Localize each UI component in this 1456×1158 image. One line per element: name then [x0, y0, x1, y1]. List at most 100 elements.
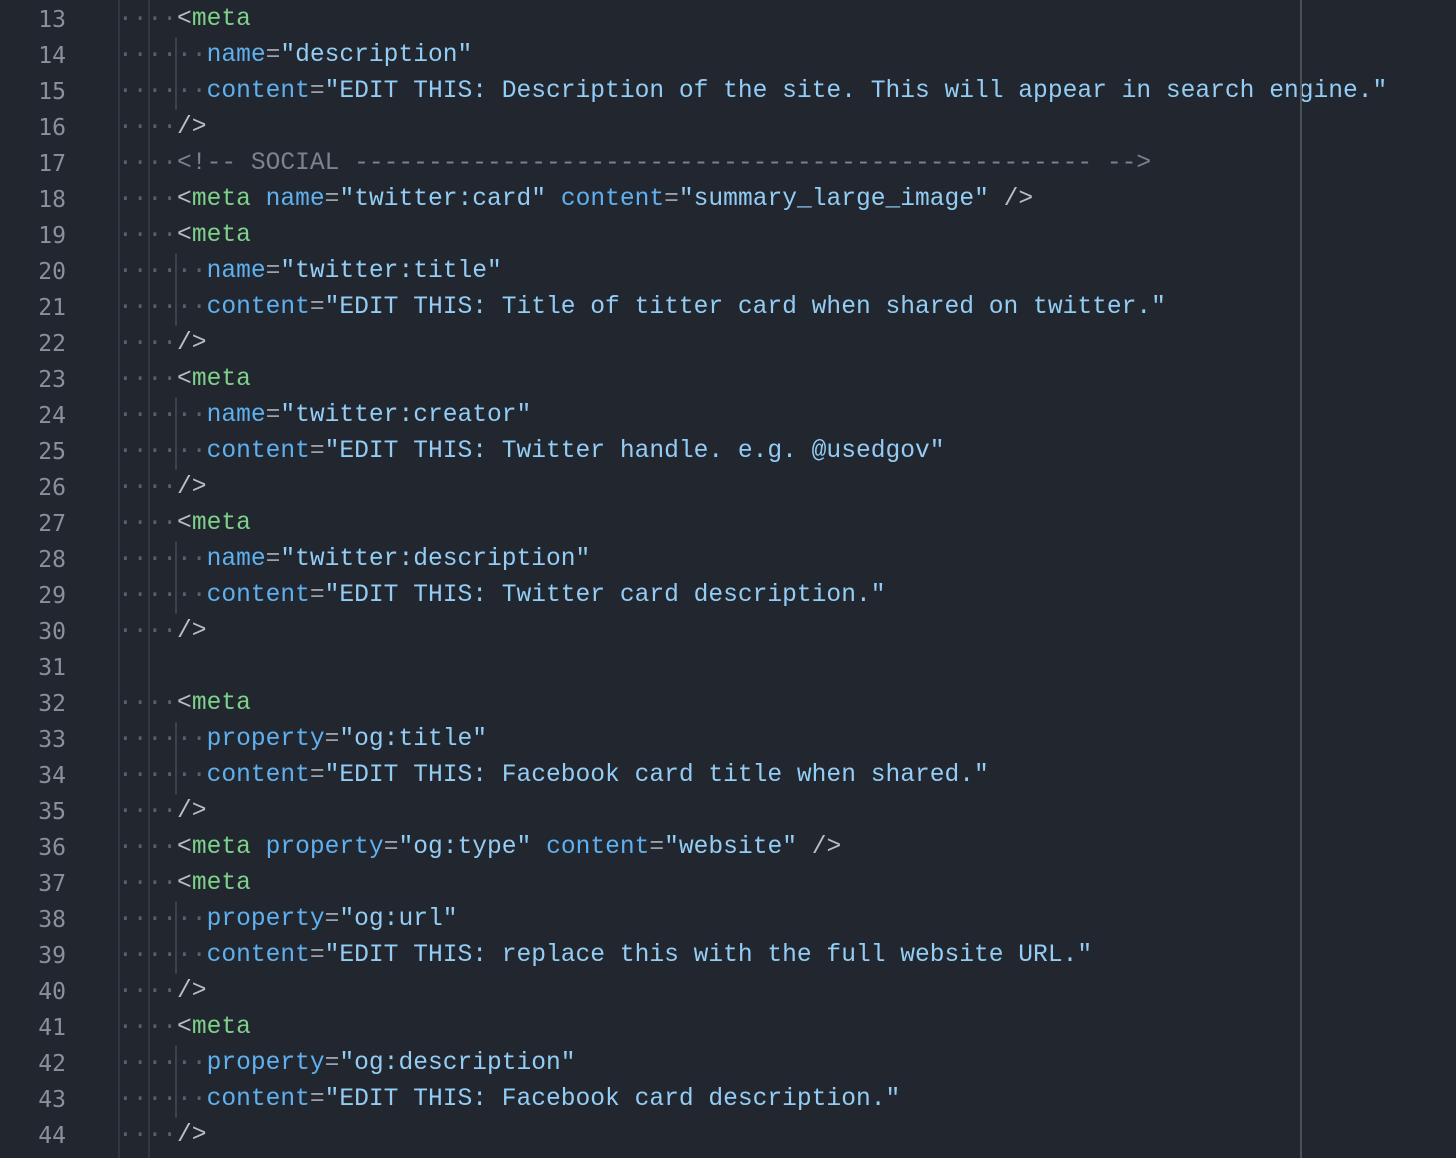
punctuation: />: [177, 978, 207, 1005]
punctuation: <: [177, 510, 192, 537]
whitespace-markers: ····: [118, 1122, 178, 1149]
code-line[interactable]: ····<meta: [118, 866, 1456, 902]
whitespace-markers: ······: [118, 546, 207, 573]
code-line[interactable]: ······content="EDIT THIS: Description of…: [118, 74, 1456, 110]
equals-sign: =: [309, 582, 325, 609]
code-line[interactable]: ······content="EDIT THIS: replace this w…: [118, 938, 1456, 974]
line-number: 22: [38, 331, 66, 357]
whitespace-markers: ····: [118, 150, 178, 177]
line-number: 39: [38, 943, 66, 969]
line-number: 40: [38, 979, 66, 1005]
punctuation: [546, 186, 561, 213]
comment: <!-- SOCIAL ----------------------------…: [177, 150, 1152, 177]
attribute-name: name: [206, 42, 266, 69]
code-line[interactable]: ······content="EDIT THIS: Twitter handle…: [118, 434, 1456, 470]
line-number: 26: [38, 475, 66, 501]
code-line[interactable]: ····/>: [118, 110, 1456, 146]
attribute-value: "og:type": [398, 834, 532, 861]
line-number: 20: [38, 259, 66, 285]
code-line[interactable]: ······name="twitter:creator": [118, 398, 1456, 434]
equals-sign: =: [324, 186, 340, 213]
tag-name: meta: [191, 834, 251, 861]
whitespace-markers: ······: [118, 258, 207, 285]
equals-sign: =: [324, 906, 340, 933]
whitespace-markers: ······: [118, 78, 207, 105]
attribute-value: "EDIT THIS: Facebook card description.": [324, 1086, 901, 1113]
code-line[interactable]: ····<meta: [118, 1010, 1456, 1046]
code-area[interactable]: ····<meta ······name="description" ······c…: [118, 2, 1456, 1154]
attribute-name: content: [206, 78, 310, 105]
whitespace-markers: ····: [118, 870, 178, 897]
code-line[interactable]: ······property="og:description": [118, 1046, 1456, 1082]
code-line[interactable]: ····<meta name="twitter:card" content="s…: [118, 182, 1456, 218]
code-line[interactable]: ····/>: [118, 1118, 1456, 1154]
code-line[interactable]: ····<!-- SOCIAL ------------------------…: [118, 146, 1456, 182]
tag-name: meta: [191, 1014, 251, 1041]
punctuation: <: [177, 690, 192, 717]
column-ruler: [1300, 0, 1302, 1158]
tag-name: meta: [191, 690, 251, 717]
whitespace-markers: ····: [118, 186, 178, 213]
code-line[interactable]: ····/>: [118, 974, 1456, 1010]
line-number: 18: [38, 187, 66, 213]
tag-name: meta: [191, 366, 251, 393]
code-line[interactable]: ······name="twitter:title": [118, 254, 1456, 290]
equals-sign: =: [265, 42, 281, 69]
attribute-value: "summary_large_image": [678, 186, 989, 213]
punctuation: />: [177, 114, 207, 141]
code-line[interactable]: ······property="og:url": [118, 902, 1456, 938]
code-line[interactable]: ······content="EDIT THIS: Facebook card …: [118, 758, 1456, 794]
whitespace-markers: ······: [118, 42, 207, 69]
code-editor[interactable]: 13 14 15 16 17 18 19 20 21 22 23 24 25 26 27 28 29 30 31 32…: [0, 0, 1456, 1158]
code-line[interactable]: ······content="EDIT THIS: Facebook card …: [118, 1082, 1456, 1118]
whitespace-markers: ····: [118, 114, 178, 141]
equals-sign: =: [309, 438, 325, 465]
code-line[interactable]: [118, 650, 1456, 686]
attribute-value: "og:title": [339, 726, 487, 753]
line-number: 27: [38, 511, 66, 537]
line-number: 35: [38, 799, 66, 825]
code-line[interactable]: ····<meta property="og:type" content="we…: [118, 830, 1456, 866]
code-line[interactable]: ····/>: [118, 470, 1456, 506]
line-number: 37: [38, 871, 66, 897]
code-line[interactable]: ····<meta: [118, 686, 1456, 722]
punctuation: />: [796, 834, 842, 861]
tag-name: meta: [191, 222, 251, 249]
indent-guide: [175, 902, 178, 974]
code-line[interactable]: ······content="EDIT THIS: Twitter card d…: [118, 578, 1456, 614]
attribute-value: "website": [664, 834, 797, 861]
equals-sign: =: [664, 186, 679, 213]
attribute-value: "twitter:title": [280, 258, 502, 285]
code-line[interactable]: ······property="og:title": [118, 722, 1456, 758]
code-line[interactable]: ····<meta: [118, 362, 1456, 398]
line-number: 25: [38, 439, 66, 465]
attribute-name: name: [206, 546, 266, 573]
code-line[interactable]: ····<meta: [118, 218, 1456, 254]
equals-sign: =: [265, 402, 281, 429]
whitespace-markers: ····: [118, 366, 178, 393]
punctuation: <: [177, 186, 192, 213]
whitespace-markers: ····: [118, 510, 178, 537]
line-number: 36: [38, 835, 66, 861]
punctuation: [251, 186, 266, 213]
punctuation: [531, 834, 546, 861]
whitespace-markers: ····: [118, 798, 178, 825]
code-line[interactable]: ····<meta: [118, 2, 1456, 38]
punctuation: <: [177, 222, 192, 249]
punctuation: <: [177, 6, 192, 33]
indent-guide: [175, 1046, 178, 1118]
code-line[interactable]: ····/>: [118, 794, 1456, 830]
code-line[interactable]: ······name="twitter:description": [118, 542, 1456, 578]
code-line[interactable]: ····/>: [118, 614, 1456, 650]
whitespace-markers: ······: [118, 402, 207, 429]
tag-name: meta: [191, 510, 251, 537]
line-number: 44: [38, 1123, 66, 1149]
equals-sign: =: [309, 294, 325, 321]
line-number: 24: [38, 403, 66, 429]
code-line[interactable]: ····<meta: [118, 506, 1456, 542]
code-line[interactable]: ······content="EDIT THIS: Title of titte…: [118, 290, 1456, 326]
attribute-name: content: [546, 834, 650, 861]
code-line[interactable]: ····/>: [118, 326, 1456, 362]
code-line[interactable]: ······name="description": [118, 38, 1456, 74]
attribute-name: property: [206, 906, 325, 933]
